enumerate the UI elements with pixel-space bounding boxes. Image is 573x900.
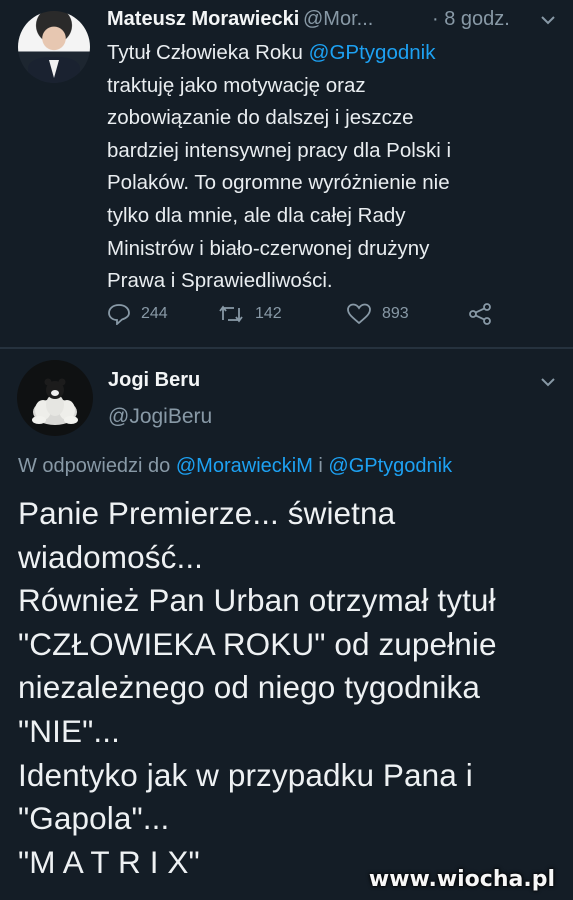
replying-and: i [312, 455, 329, 477]
tweet-text-line: Tytuł Człowieka Roku @GPtygodnik [107, 37, 537, 70]
tweet-divider [0, 347, 573, 349]
tweet-text-line: tylko dla mnie, ale dla całej Rady [107, 200, 537, 233]
author-avatar[interactable] [18, 11, 90, 83]
tweet-text-segment: Prawa i Sprawiedliwości. [107, 269, 333, 293]
like-count: 893 [382, 305, 409, 322]
reply-text-line: Identyko jak w przypadku Pana i [18, 756, 473, 793]
reply-icon [107, 303, 141, 325]
author-name[interactable]: Mateusz Morawiecki [107, 8, 299, 31]
retweet-action[interactable]: 142 [217, 303, 282, 325]
tweet-text-segment: bardziej intensywnej pracy dla Polski i [107, 138, 452, 162]
heart-icon [346, 303, 382, 325]
tweet-text-segment: traktuję jako motywację oraz [107, 73, 366, 97]
tweet-text-line: bardziej intensywnej pracy dla Polski i [107, 135, 537, 168]
reply-text-line: wiadomość... [18, 538, 204, 575]
reply-action[interactable]: 244 [107, 303, 168, 325]
mention-link-morawieckim[interactable]: @MorawieckiM [176, 455, 313, 477]
mention-link-gptygodnik[interactable]: @GPtygodnik [328, 455, 452, 477]
reply-chevron-down-icon[interactable] [540, 376, 556, 388]
replying-to: W odpowiedzi do @MorawieckiM i @GPtygodn… [18, 455, 452, 478]
mention-link[interactable]: @GPtygodnik [309, 41, 436, 64]
share-action[interactable] [467, 303, 503, 325]
tweet-text-segment: Polaków. To ogromne wyróżnienie nie [107, 171, 450, 195]
reply-author-avatar[interactable] [17, 360, 93, 436]
reply-text-line: Również Pan Urban otrzymał tytuł [18, 582, 496, 619]
tweet-text-line: Ministrów i biało-czerwonej drużyny [107, 233, 537, 266]
tweet-text-segment: Tytuł Człowieka Roku [107, 41, 309, 64]
reply-author-name[interactable]: Jogi Beru [108, 369, 200, 392]
watermark: www.wiocha.pl [368, 867, 555, 892]
reply-text-line: "CZŁOWIEKA ROKU" od zupełnie [18, 625, 497, 662]
tweet-text-segment: tylko dla mnie, ale dla całej Rady [107, 203, 406, 227]
tweet-text-line: zobowiązanie do dalszej i jeszcze [107, 102, 537, 135]
tweet-text-segment: zobowiązanie do dalszej i jeszcze [107, 106, 414, 130]
like-action[interactable]: 893 [346, 303, 409, 325]
tweet-text-line: Prawa i Sprawiedliwości. [107, 265, 537, 298]
chevron-down-icon[interactable] [540, 14, 556, 26]
reply-text-line: niezależnego od niego tygodnika [18, 669, 480, 706]
tweet-text-line: Polaków. To ogromne wyróżnienie nie [107, 167, 537, 200]
tweet-time[interactable]: · 8 godz. [432, 8, 510, 31]
author-handle[interactable]: @Mor... [303, 8, 373, 31]
tweet-actions: 244 142 893 [107, 303, 527, 333]
retweet-icon [217, 303, 255, 325]
reply-text-line: "Gapola"... [18, 800, 170, 837]
retweet-count: 142 [255, 305, 282, 322]
tweet-text-segment: Ministrów i biało-czerwonej drużyny [107, 236, 430, 260]
tweet-text-line: traktuję jako motywację oraz [107, 70, 537, 103]
reply-text-line: Panie Premierze... świetna [18, 495, 396, 531]
reply-author-handle[interactable]: @JogiBeru [108, 405, 212, 429]
reply-text-line: "NIE"... [18, 712, 120, 749]
tweet-text: Tytuł Człowieka Roku @GPtygodnik traktuję… [107, 37, 537, 298]
reply-count: 244 [141, 305, 168, 322]
reply-text: Panie Premierze... świetna wiadomość... … [18, 492, 563, 884]
share-icon [467, 303, 503, 325]
replying-prefix: W odpowiedzi do [18, 455, 176, 477]
original-tweet[interactable]: Mateusz Morawiecki @Mor... · 8 godz. Tyt… [0, 0, 573, 348]
